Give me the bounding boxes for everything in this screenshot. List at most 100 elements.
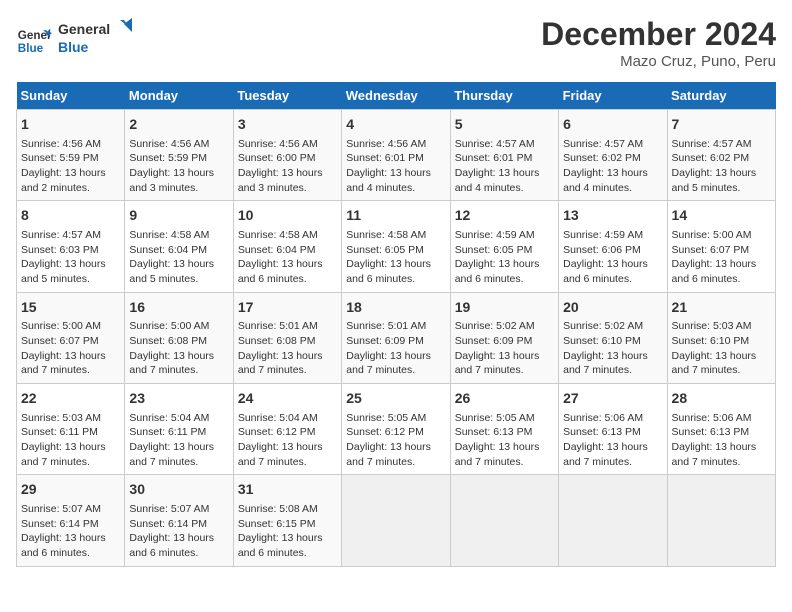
day-info-line: and 7 minutes. <box>455 364 524 376</box>
day-info-line: and 6 minutes. <box>238 273 307 285</box>
day-info: Sunrise: 4:58 AMSunset: 6:05 PMDaylight:… <box>346 228 445 287</box>
day-info-line: Daylight: 13 hours <box>21 350 106 362</box>
calendar-week-row: 1 Sunrise: 4:56 AM Sunset: 5:59 PM Daylight… <box>17 110 776 201</box>
day-info-line: Sunrise: 5:03 AM <box>672 320 752 332</box>
calendar-cell: 31Sunrise: 5:08 AMSunset: 6:15 PMDayligh… <box>233 475 341 566</box>
day-number: 5 <box>455 115 554 135</box>
calendar-cell <box>450 475 558 566</box>
calendar-header: SundayMondayTuesdayWednesdayThursdayFrid… <box>17 82 776 110</box>
day-number: 29 <box>21 480 120 500</box>
day-info-line: Sunrise: 4:58 AM <box>238 229 318 241</box>
day-info: Sunrise: 5:06 AMSunset: 6:13 PMDaylight:… <box>563 411 662 470</box>
day-number: 22 <box>21 389 120 409</box>
header-day: Tuesday <box>233 82 341 110</box>
day-info-line: Sunset: 6:13 PM <box>455 426 533 438</box>
day-info-line: and 7 minutes. <box>238 456 307 468</box>
calendar-cell <box>342 475 450 566</box>
day-info: Sunrise: 4:57 AMSunset: 6:01 PMDaylight:… <box>455 137 554 196</box>
day-info-line: Sunrise: 4:58 AM <box>129 229 209 241</box>
day-info-line: Daylight: 13 hours <box>346 167 431 179</box>
day-info-line: and 6 minutes. <box>238 547 307 559</box>
title-block: December 2024 Mazo Cruz, Puno, Peru <box>541 16 776 70</box>
day-number: 2 <box>129 115 228 135</box>
day-info-line: and 5 minutes. <box>672 182 741 194</box>
day-number: 11 <box>346 206 445 226</box>
calendar-cell: 16Sunrise: 5:00 AMSunset: 6:08 PMDayligh… <box>125 292 233 383</box>
day-info-line: Sunrise: 5:07 AM <box>129 503 209 515</box>
day-number: 25 <box>346 389 445 409</box>
day-info-line: and 6 minutes. <box>346 273 415 285</box>
day-number: 7 <box>672 115 771 135</box>
day-info: Sunrise: 5:05 AMSunset: 6:12 PMDaylight:… <box>346 411 445 470</box>
day-info: Sunrise: 4:56 AM Sunset: 5:59 PM Daylight:… <box>129 137 228 196</box>
day-info: Sunrise: 4:59 AM Sunset: 6:05 PM Daylight:… <box>455 228 554 287</box>
day-info-line: and 6 minutes. <box>455 273 524 285</box>
calendar-cell: 7Sunrise: 4:57 AMSunset: 6:02 PMDaylight… <box>667 110 775 201</box>
day-info: Sunrise: 5:03 AM Sunset: 6:10 PM Daylight:… <box>672 319 771 378</box>
day-info-line: Daylight: 13 hours <box>672 167 757 179</box>
day-number: 17 <box>238 298 337 318</box>
day-number: 14 <box>672 206 771 226</box>
day-info-line: Sunrise: 5:01 AM <box>346 320 426 332</box>
day-info-line: Sunrise: 4:56 AM <box>129 138 209 150</box>
day-info-line: Sunset: 6:09 PM <box>455 335 533 347</box>
day-info-line: Daylight: 13 hours <box>129 350 214 362</box>
day-info-line: Daylight: 13 hours <box>129 167 214 179</box>
day-info-line: Sunset: 6:14 PM <box>21 518 99 530</box>
day-info-line: and 2 minutes. <box>21 182 90 194</box>
day-info: Sunrise: 4:58 AMSunset: 6:04 PMDaylight:… <box>238 228 337 287</box>
day-info-line: Sunset: 6:10 PM <box>563 335 641 347</box>
day-info-line: Daylight: 13 hours <box>672 258 757 270</box>
day-info: Sunrise: 5:06 AMSunset: 6:13 PMDaylight:… <box>672 411 771 470</box>
day-info-line: Daylight: 13 hours <box>672 350 757 362</box>
day-info-line: Sunrise: 4:59 AM <box>455 229 535 241</box>
calendar-cell: 13Sunrise: 4:59 AMSunset: 6:06 PMDayligh… <box>559 201 667 292</box>
day-number: 16 <box>129 298 228 318</box>
day-info-line: and 7 minutes. <box>563 364 632 376</box>
svg-text:Blue: Blue <box>18 41 44 54</box>
day-info: Sunrise: 4:57 AMSunset: 6:03 PMDaylight:… <box>21 228 120 287</box>
svg-text:General: General <box>58 21 110 37</box>
day-info-line: and 7 minutes. <box>129 364 198 376</box>
day-info: Sunrise: 5:02 AMSunset: 6:10 PMDaylight:… <box>563 319 662 378</box>
logo-icon: General Blue <box>16 23 52 59</box>
day-number: 1 <box>21 115 120 135</box>
day-info-line: Sunset: 6:01 PM <box>346 152 424 164</box>
day-number: 12 <box>455 206 554 226</box>
day-info-line: Sunset: 6:10 PM <box>672 335 750 347</box>
day-info: Sunrise: 5:08 AMSunset: 6:15 PMDaylight:… <box>238 502 337 561</box>
header-day: Saturday <box>667 82 775 110</box>
day-info-line: and 7 minutes. <box>563 456 632 468</box>
day-info-line: Sunset: 6:13 PM <box>563 426 641 438</box>
day-info-line: Sunrise: 5:00 AM <box>672 229 752 241</box>
day-info: Sunrise: 5:04 AMSunset: 6:12 PMDaylight:… <box>238 411 337 470</box>
calendar-cell: 24Sunrise: 5:04 AMSunset: 6:12 PMDayligh… <box>233 384 341 475</box>
day-info-line: Sunrise: 5:08 AM <box>238 503 318 515</box>
header-day: Wednesday <box>342 82 450 110</box>
calendar-cell: 17Sunrise: 5:01 AMSunset: 6:08 PMDayligh… <box>233 292 341 383</box>
day-info-line: Sunset: 6:12 PM <box>238 426 316 438</box>
day-info-line: and 7 minutes. <box>672 364 741 376</box>
header-day: Monday <box>125 82 233 110</box>
day-number: 27 <box>563 389 662 409</box>
day-info-line: Sunrise: 5:06 AM <box>672 412 752 424</box>
day-info-line: Daylight: 13 hours <box>21 167 106 179</box>
header-day: Thursday <box>450 82 558 110</box>
day-info-line: Daylight: 13 hours <box>346 258 431 270</box>
calendar-week-row: 29Sunrise: 5:07 AMSunset: 6:14 PMDayligh… <box>17 475 776 566</box>
day-info-line: Sunrise: 4:56 AM <box>21 138 101 150</box>
day-info-line: Sunset: 6:14 PM <box>129 518 207 530</box>
day-info-line: Sunset: 5:59 PM <box>21 152 99 164</box>
day-info-line: Daylight: 13 hours <box>455 167 540 179</box>
day-info-line: and 7 minutes. <box>672 456 741 468</box>
calendar-cell: 5Sunrise: 4:57 AMSunset: 6:01 PMDaylight… <box>450 110 558 201</box>
calendar-cell: 11Sunrise: 4:58 AMSunset: 6:05 PMDayligh… <box>342 201 450 292</box>
day-info-line: Sunset: 5:59 PM <box>129 152 207 164</box>
day-info-line: Daylight: 13 hours <box>455 258 540 270</box>
logo: General Blue General Blue <box>16 16 138 65</box>
day-info-line: Daylight: 13 hours <box>455 350 540 362</box>
day-info-line: Sunrise: 5:00 AM <box>21 320 101 332</box>
day-info-line: Sunset: 6:05 PM <box>455 244 533 256</box>
day-info-line: and 7 minutes. <box>455 456 524 468</box>
day-info-line: Daylight: 13 hours <box>563 258 648 270</box>
